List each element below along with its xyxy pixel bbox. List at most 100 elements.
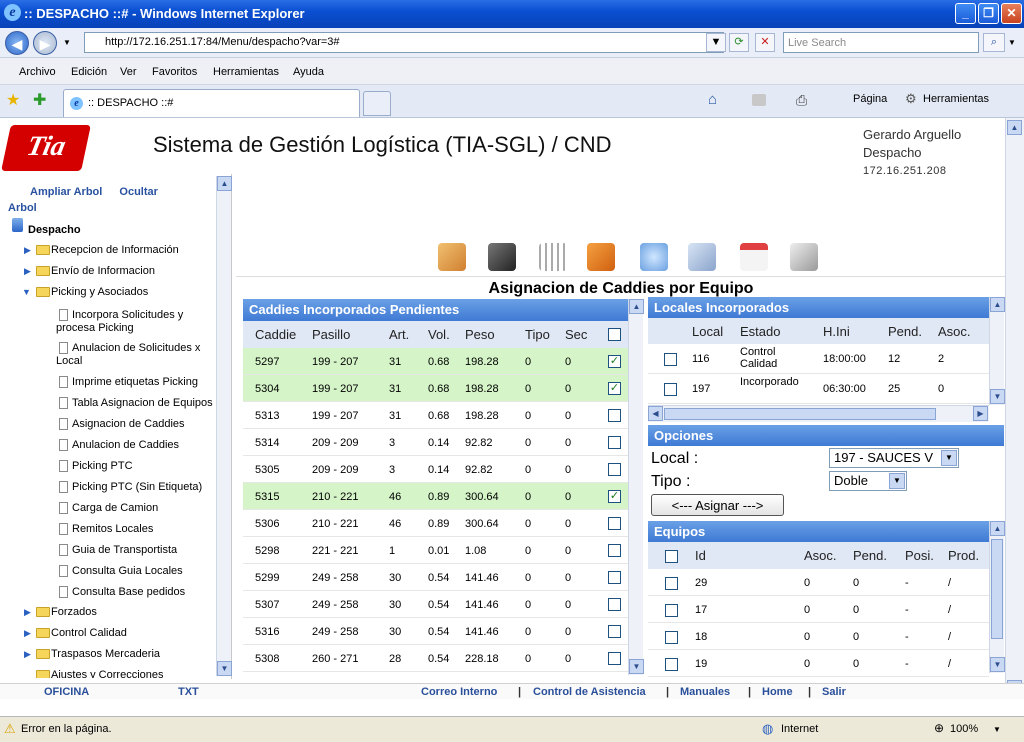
assign-button[interactable]: <--- Asignar ---> [651, 494, 784, 516]
calendar-icon[interactable] [740, 243, 768, 271]
warning-icon[interactable]: ⚠ [4, 721, 16, 737]
caddie-row[interactable]: 5304 199 - 207 31 0.68 198.28 0 0 ✓ [243, 375, 628, 402]
cart-icon[interactable] [539, 243, 567, 271]
tree-item-picking-ptc-sin-etiqueta[interactable]: Picking PTC (Sin Etiqueta) [72, 481, 202, 493]
select-all-checkbox[interactable] [608, 328, 621, 341]
caddie-checkbox[interactable] [608, 463, 621, 476]
col-peso[interactable]: Peso [465, 327, 495, 342]
col-pend[interactable]: Pend. [888, 324, 922, 339]
caddie-row[interactable]: 5297 199 - 207 31 0.68 198.28 0 0 ✓ [243, 348, 628, 375]
equipo-row[interactable]: 18 0 0 - / [648, 623, 989, 650]
local-checkbox[interactable] [664, 353, 677, 366]
search-input[interactable]: Live Search [783, 32, 979, 53]
caddie-checkbox[interactable] [608, 625, 621, 638]
caddie-checkbox[interactable] [608, 436, 621, 449]
collapse-arrow-icon[interactable]: ▼ [22, 287, 31, 297]
scroll-right-icon[interactable]: ▶ [973, 406, 988, 421]
tree-item-incorpora-solicitudes[interactable]: Incorpora Solicitudes y [72, 309, 183, 321]
tree-item-guia-transportista[interactable]: Guia de Transportista [72, 544, 177, 556]
tree-item-tabla-asignacion[interactable]: Tabla Asignacion de Equipos [72, 397, 213, 409]
new-tab-button[interactable] [363, 91, 391, 116]
caddie-checkbox[interactable] [608, 598, 621, 611]
stop-icon[interactable]: ✕ [755, 33, 775, 52]
refresh-icon[interactable]: ⟳ [729, 33, 749, 52]
col-pasillo[interactable]: Pasillo [312, 327, 350, 342]
expand-arrow-icon[interactable]: ▶ [24, 649, 31, 660]
zoom-dropdown-icon[interactable]: ▼ [993, 725, 1001, 734]
equipo-row[interactable]: 19 0 0 - / [648, 650, 989, 677]
tree-item-asignacion-caddies[interactable]: Asignacion de Caddies [72, 418, 185, 430]
feeds-icon[interactable] [752, 94, 766, 106]
tree-item-incorpora-solicitudes-line2[interactable]: procesa Picking [56, 322, 134, 334]
equipo-checkbox[interactable] [665, 577, 678, 590]
txt-link[interactable]: TXT [178, 686, 199, 698]
page-menu[interactable]: Página [853, 93, 887, 105]
caddie-row[interactable]: 5308 260 - 271 28 0.54 228.18 0 0 [243, 645, 628, 672]
magnifier-icon[interactable] [640, 243, 668, 271]
salir-link[interactable]: Salir [822, 686, 846, 698]
wrench-icon[interactable] [790, 243, 818, 271]
equipo-row[interactable]: 29 0 0 - / [648, 569, 989, 596]
menu-ayuda[interactable]: Ayuda [293, 66, 324, 78]
print-icon[interactable]: ⎙ [796, 92, 807, 109]
favorites-star-icon[interactable]: ★ [6, 90, 20, 110]
tree-folder-envio[interactable]: Envío de Informacion [36, 265, 155, 277]
expand-arrow-icon[interactable]: ▶ [24, 628, 31, 639]
expand-arrow-icon[interactable]: ▶ [24, 266, 31, 277]
scroll-down-icon[interactable]: ▼ [990, 389, 1005, 404]
col-tipo[interactable]: Tipo [525, 327, 550, 342]
equipos-vscroll[interactable]: ▲ ▼ [989, 521, 1005, 673]
tree-item-picking-ptc[interactable]: Picking PTC [72, 460, 133, 472]
tools-menu[interactable]: Herramientas [923, 93, 989, 105]
hscroll-thumb[interactable] [664, 408, 936, 420]
caddie-checkbox[interactable]: ✓ [608, 490, 621, 503]
caddie-checkbox[interactable] [608, 571, 621, 584]
col-asoc[interactable]: Asoc. [804, 548, 837, 563]
caddie-row[interactable]: 5315 210 - 221 46 0.89 300.64 0 0 ✓ [243, 483, 628, 510]
home-icon[interactable]: ⌂ [708, 91, 717, 108]
tree-root-despacho[interactable]: Despacho [28, 224, 81, 236]
caddie-checkbox[interactable] [608, 544, 621, 557]
tree-item-imprime-etiquetas[interactable]: Imprime etiquetas Picking [72, 376, 198, 388]
tree-scrollbar[interactable]: ▲ ▼ [216, 176, 232, 676]
col-posi[interactable]: Posi. [905, 548, 934, 563]
col-pend[interactable]: Pend. [853, 548, 887, 563]
forward-button[interactable]: ▶ [33, 31, 57, 55]
equipo-checkbox[interactable] [665, 604, 678, 617]
locales-hscroll[interactable]: ◀ ▶ [648, 405, 989, 422]
asistencia-link[interactable]: Control de Asistencia [533, 686, 646, 698]
maximize-button[interactable]: ❐ [978, 3, 999, 24]
menu-edicion[interactable]: Edición [71, 66, 107, 78]
scroll-up-icon[interactable]: ▲ [990, 297, 1005, 312]
tree-item-consulta-guia[interactable]: Consulta Guia Locales [72, 565, 183, 577]
page-scrollbar[interactable]: ▲ ▼ [1005, 118, 1024, 698]
tree-folder-ajustes[interactable]: Ajustes y Correcciones [36, 669, 164, 678]
locales-vscroll[interactable]: ▲ ▼ [989, 297, 1005, 405]
hide-tree-link-2[interactable]: Arbol [8, 202, 37, 214]
search-options-icon[interactable]: ▼ [1008, 38, 1016, 47]
manuales-link[interactable]: Manuales [680, 686, 730, 698]
search-icon[interactable]: ⌕ [983, 33, 1005, 52]
col-vol[interactable]: Vol. [428, 327, 450, 342]
menu-archivo[interactable]: Archivo [19, 66, 56, 78]
caddie-checkbox[interactable] [608, 517, 621, 530]
col-caddie[interactable]: Caddie [255, 327, 296, 342]
vscroll-thumb[interactable] [991, 539, 1003, 639]
caddie-checkbox[interactable]: ✓ [608, 355, 621, 368]
local-row[interactable]: 116 Control Calidad 18:00:00 12 2 [648, 344, 989, 374]
col-asoc[interactable]: Asoc. [938, 324, 971, 339]
back-button[interactable]: ◀ [5, 31, 29, 55]
col-id[interactable]: Id [695, 548, 706, 563]
tree-item-anulacion-caddies[interactable]: Anulacion de Caddies [72, 439, 179, 451]
hide-tree-link[interactable]: Ocultar [119, 186, 158, 198]
tree-folder-traspasos[interactable]: Traspasos Mercaderia [36, 648, 160, 660]
caddie-checkbox[interactable]: ✓ [608, 382, 621, 395]
equipo-checkbox[interactable] [665, 631, 678, 644]
forklift-icon[interactable] [488, 243, 516, 271]
caddie-checkbox[interactable] [608, 652, 621, 665]
tree-item-anulacion-solicitudes-line2[interactable]: Local [56, 355, 82, 367]
col-hini[interactable]: H.Ini [823, 324, 850, 339]
menu-ver[interactable]: Ver [120, 66, 137, 78]
oficina-link[interactable]: OFICINA [44, 686, 89, 698]
document-icon[interactable] [688, 243, 716, 271]
